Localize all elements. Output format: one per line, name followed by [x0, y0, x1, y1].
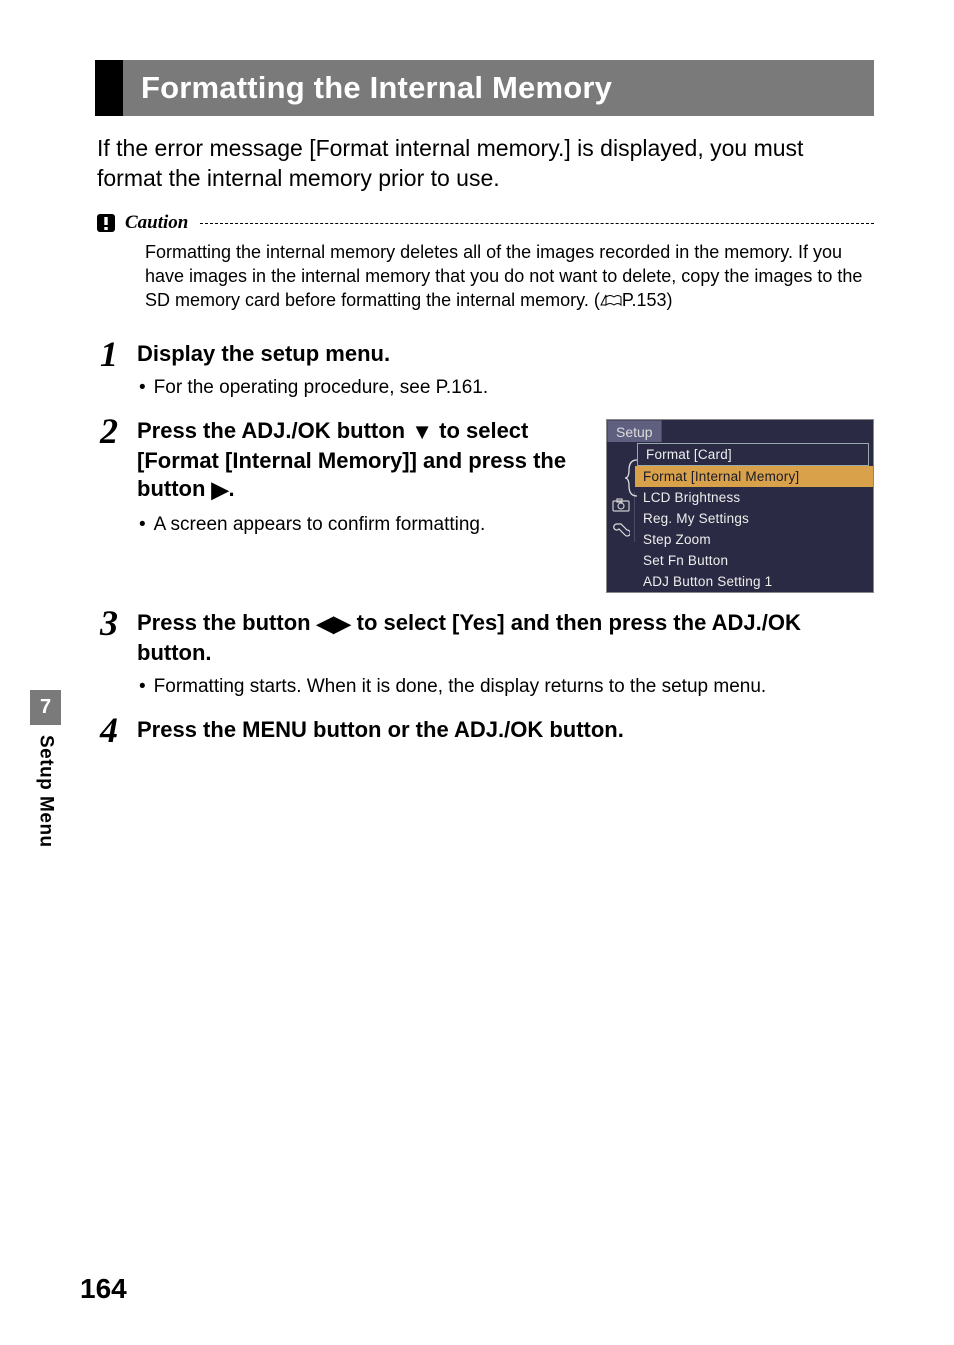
page-sidebar: 7 Setup Menu: [30, 690, 61, 1255]
reference-icon: [600, 289, 622, 313]
caution-text-suffix: ): [667, 290, 673, 310]
step-number: 4: [95, 714, 123, 746]
down-triangle-icon: ▼: [411, 418, 433, 447]
page-number: 164: [80, 1273, 127, 1305]
step-bullet: • A screen appears to confirm formatting…: [137, 513, 592, 538]
step-number: 3: [95, 607, 123, 639]
caution-body: Formatting the internal memory deletes a…: [95, 240, 874, 314]
setup-menu-screenshot: Setup Format [Card] Format [Internal Mem…: [606, 419, 874, 593]
caution-text-prefix: Formatting the internal memory deletes a…: [145, 242, 862, 311]
caution-separator: [200, 223, 874, 224]
step-2: 2 Press the ADJ./OK button ▼ to select […: [95, 415, 874, 593]
wrench-icon: [610, 519, 632, 539]
setup-sidebar-icons: [607, 492, 635, 542]
step-heading: Press the ADJ./OK button ▼ to select [Fo…: [137, 417, 592, 505]
bullet-text: For the operating procedure, see P.161.: [154, 376, 489, 401]
bullet-text: A screen appears to confirm formatting.: [154, 513, 486, 538]
step-number: 1: [95, 338, 123, 370]
section-header-accent: [95, 60, 123, 116]
bullet-dot: •: [139, 675, 146, 700]
bullet-text: Formatting starts. When it is done, the …: [154, 675, 767, 700]
bullet-dot: •: [139, 376, 146, 401]
chapter-label: Setup Menu: [35, 735, 57, 865]
step-number: 2: [95, 415, 123, 447]
step-head-prefix: Press the button: [137, 610, 317, 635]
intro-paragraph: If the error message [Format internal me…: [95, 134, 874, 194]
step-4: 4 Press the MENU button or the ADJ./OK b…: [95, 714, 874, 746]
step-bullet: • Formatting starts. When it is done, th…: [137, 675, 874, 700]
caution-block: Caution Formatting the internal memory d…: [95, 212, 874, 314]
setup-item: LCD Brightness: [635, 487, 873, 508]
setup-tab: Setup: [607, 420, 662, 442]
section-title: Formatting the Internal Memory: [123, 60, 874, 116]
left-triangle-icon: ◀: [317, 610, 334, 639]
setup-item: Format [Card]: [637, 443, 869, 466]
step-heading: Press the MENU button or the ADJ./OK but…: [137, 716, 874, 745]
camera-icon: [610, 495, 632, 515]
step-head-suffix: .: [228, 476, 234, 501]
right-triangle-icon: ▶: [334, 610, 351, 639]
caution-icon: [95, 212, 117, 234]
step-heading: Press the button ◀▶ to select [Yes] and …: [137, 609, 874, 667]
setup-item-selected: Format [Internal Memory]: [635, 466, 873, 487]
setup-item: Set Fn Button: [635, 550, 873, 571]
caution-label: Caution: [125, 212, 188, 234]
selection-bracket-icon: [625, 458, 639, 498]
caution-ref: P.153: [622, 290, 667, 310]
step-1: 1 Display the setup menu. • For the oper…: [95, 338, 874, 401]
section-header: Formatting the Internal Memory: [95, 60, 874, 116]
step-bullet: • For the operating procedure, see P.161…: [137, 376, 874, 401]
step-3: 3 Press the button ◀▶ to select [Yes] an…: [95, 607, 874, 700]
setup-item: ADJ Button Setting 1: [635, 571, 873, 592]
setup-items: Format [Card] Format [Internal Memory] L…: [635, 442, 873, 592]
setup-item-label: Format [Internal Memory]: [643, 469, 799, 484]
chapter-number: 7: [30, 690, 61, 725]
bullet-dot: •: [139, 513, 146, 538]
right-triangle-icon: ▶: [212, 476, 229, 505]
setup-item: Reg. My Settings: [635, 508, 873, 529]
step-heading: Display the setup menu.: [137, 340, 874, 369]
step-head-prefix: Press the ADJ./OK button: [137, 418, 411, 443]
setup-item: Step Zoom: [635, 529, 873, 550]
